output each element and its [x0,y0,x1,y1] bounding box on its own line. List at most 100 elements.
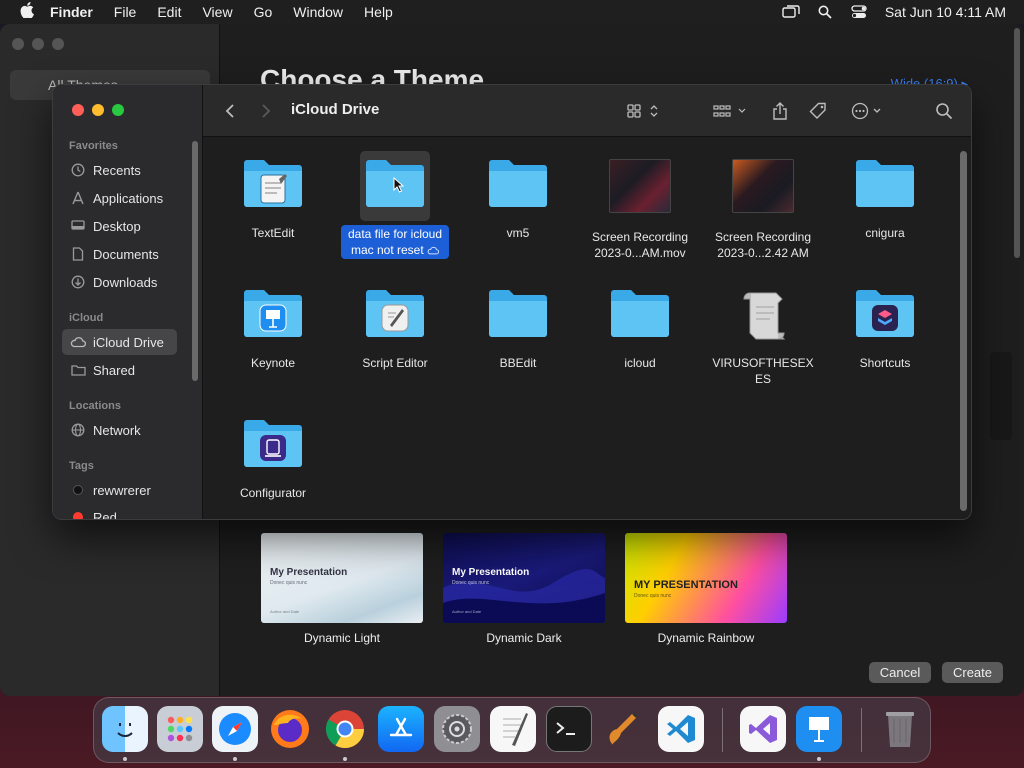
running-indicator [123,757,127,761]
dock-separator [722,708,723,752]
file-item-label: icloud [624,356,656,370]
sidebar-item-shared[interactable]: Shared [62,357,177,383]
theme-card-dynamic-dark[interactable]: My Presentation Donec quis nunc Author a… [443,533,605,645]
theme-label: Dynamic Rainbow [657,631,755,645]
menu-go[interactable]: Go [254,4,273,20]
file-item-screen-recording-2[interactable]: Screen Recording 2023-0...2.42 AM [703,155,823,261]
screen-mirroring-icon[interactable] [781,4,801,20]
file-item-screen-recording-1[interactable]: Screen Recording 2023-0...AM.mov [580,155,700,261]
window-title: iCloud Drive [291,101,380,118]
script-scroll-icon [732,285,794,347]
tag-color-dot-icon [70,512,86,519]
theme-card-dynamic-light[interactable]: My Presentation Donec quis nunc Author a… [261,533,423,645]
theme-label: Dynamic Light [303,631,381,645]
zoom-button[interactable] [112,104,124,116]
sidebar-item-recents[interactable]: Recents [62,157,177,183]
dock-textedit-icon[interactable] [490,706,536,752]
desktop-icon [70,220,86,232]
sidebar-item-label: Applications [93,190,164,206]
spotlight-search-icon[interactable] [815,4,835,20]
clock-icon [70,163,86,177]
file-item-vm5[interactable]: vm5 [458,155,578,241]
dock-chrome-icon[interactable] [322,706,368,752]
thumb-subtitle: Donec quis nunc [452,580,490,586]
group-by-button[interactable] [711,99,751,123]
menu-clock[interactable]: Sat Jun 10 4:11 AM [885,4,1006,20]
file-item-data-file-folder[interactable]: data file for icloud mac not reset [335,151,455,259]
sidebar-item-applications[interactable]: Applications [62,185,177,211]
minimize-button[interactable] [92,104,104,116]
running-indicator [343,757,347,761]
menu-help[interactable]: Help [364,4,393,20]
file-item-textedit[interactable]: TextEdit [213,155,333,241]
file-item-label: Configurator [239,486,307,500]
menu-view[interactable]: View [202,4,232,20]
dock-visual-studio-icon[interactable] [740,706,786,752]
video-thumbnail-icon [609,159,671,221]
sidebar-item-icloud-drive[interactable]: iCloud Drive [62,329,177,355]
dock-keynote-icon[interactable] [796,706,842,752]
share-button[interactable] [769,99,791,123]
menu-file[interactable]: File [114,4,137,20]
sidebar-scrollbar[interactable] [192,141,198,381]
dock-terminal-icon[interactable] [546,706,592,752]
sidebar-item-label: Desktop [93,218,141,234]
close-button-inactive[interactable] [12,38,24,50]
sidebar-item-desktop[interactable]: Desktop [62,213,177,239]
icloud-download-icon[interactable] [427,246,440,255]
dock-trash-icon[interactable] [877,706,923,752]
file-item-bbedit[interactable]: BBEdit [458,285,578,371]
file-item-cnigura[interactable]: cnigura [825,155,945,241]
sidebar-header-favorites: Favorites [69,140,118,152]
dock-launchpad-icon[interactable] [157,706,203,752]
sidebar-item-network[interactable]: Network [62,417,177,443]
theme-thumbnail[interactable]: My Presentation Donec quis nunc Author a… [261,533,423,623]
control-center-icon[interactable] [849,4,869,20]
sidebar-item-label: Documents [93,246,159,262]
file-item-label: Script Editor [362,356,428,370]
group-icon [713,105,746,117]
tags-button[interactable] [807,99,829,123]
mouse-cursor-icon [393,177,405,193]
finder-window: Favorites Recents Applications Desktop D… [52,84,972,520]
configurator-folder-icon [242,415,304,477]
search-button[interactable] [933,99,955,123]
sidebar-item-documents[interactable]: Documents [62,241,177,267]
sidebar-item-downloads[interactable]: Downloads [62,269,177,295]
file-item-label: cnigura [865,226,905,240]
minimize-button-inactive[interactable] [32,38,44,50]
dock-garageband-icon[interactable] [602,706,648,752]
file-item-shortcuts[interactable]: Shortcuts [825,285,945,371]
file-item-keynote[interactable]: Keynote [213,285,333,371]
menu-app-name[interactable]: Finder [50,4,93,20]
back-button[interactable] [221,99,239,123]
zoom-button-inactive[interactable] [52,38,64,50]
dock-firefox-icon[interactable] [267,706,313,752]
view-mode-button[interactable] [625,99,665,123]
search-icon [936,103,953,120]
file-item-icloud[interactable]: icloud [580,285,700,371]
theme-thumbnail[interactable]: MY PRESENTATION Donec quis nunc [625,533,787,623]
dock-app-store-icon[interactable] [378,706,424,752]
dock-system-settings-icon[interactable] [434,706,480,752]
menu-edit[interactable]: Edit [157,4,181,20]
forward-button[interactable] [257,99,275,123]
more-actions-button[interactable] [849,99,889,123]
create-button[interactable]: Create [942,662,1003,683]
file-item-virusofthesexes[interactable]: VIRUSOFTHESEXES [703,285,823,387]
dock-vscode-icon[interactable] [658,706,704,752]
theme-thumbnail[interactable]: My Presentation Donec quis nunc Author a… [443,533,605,623]
file-item-configurator[interactable]: Configurator [213,415,333,501]
content-scrollbar[interactable] [960,151,967,511]
window-scrollbar[interactable] [1014,28,1020,258]
menu-window[interactable]: Window [293,4,343,20]
close-button[interactable] [72,104,84,116]
theme-card-dynamic-rainbow[interactable]: MY PRESENTATION Donec quis nunc Dynamic … [625,533,787,645]
sidebar-item-tag-red[interactable]: Red [62,504,177,519]
file-item-script-editor[interactable]: Script Editor [335,285,455,371]
sidebar-item-tag-rewwrerer[interactable]: rewwrerer [62,477,177,503]
apple-menu-icon[interactable] [18,2,36,22]
dock-safari-icon[interactable] [212,706,258,752]
cancel-button[interactable]: Cancel [869,662,931,683]
dock-finder-icon[interactable] [102,706,148,752]
